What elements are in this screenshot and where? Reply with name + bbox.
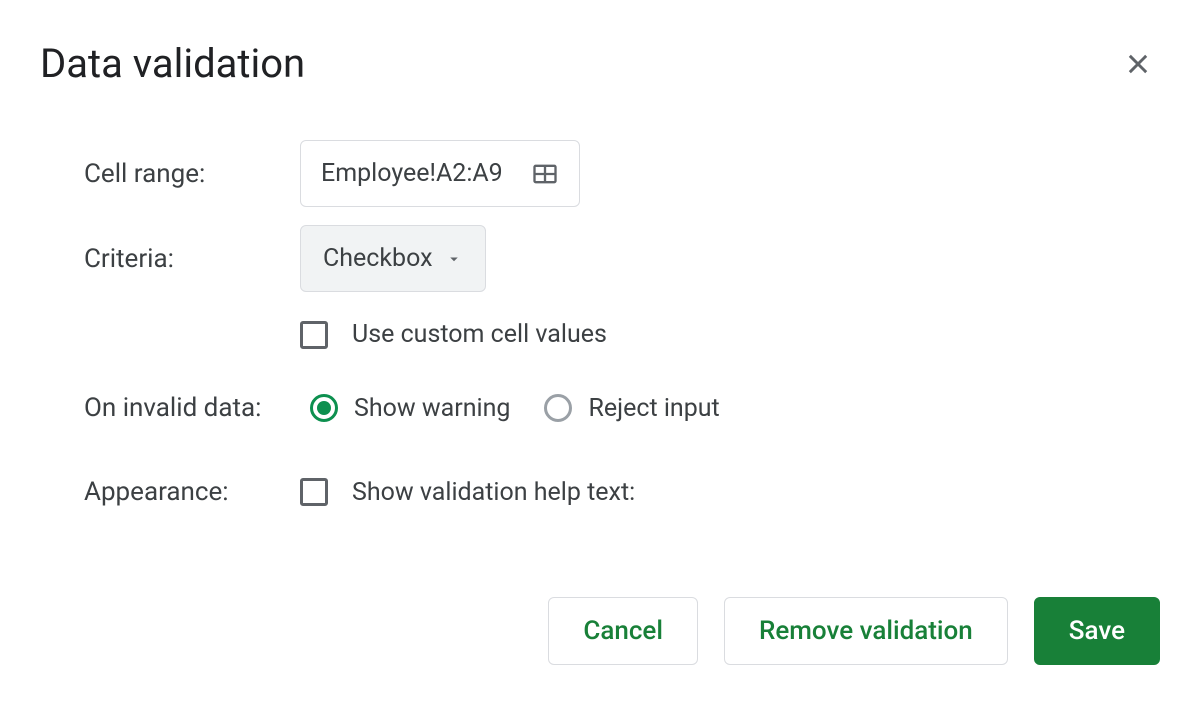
remove-validation-button[interactable]: Remove validation — [724, 597, 1008, 665]
custom-values-checkbox[interactable] — [300, 321, 328, 349]
criteria-dropdown[interactable]: Checkbox — [300, 225, 486, 292]
custom-values-row: Use custom cell values — [300, 320, 1160, 349]
cell-range-input[interactable]: Employee!A2:A9 — [300, 140, 580, 207]
cancel-button[interactable]: Cancel — [548, 597, 698, 665]
cell-range-label: Cell range: — [40, 159, 300, 189]
radio-reject-input[interactable]: Reject input — [544, 394, 719, 423]
custom-values-label: Use custom cell values — [352, 320, 607, 349]
radio-label-show-warning: Show warning — [354, 394, 510, 423]
data-validation-dialog: Data validation Cell range: Employee!A2:… — [40, 40, 1160, 665]
on-invalid-row: On invalid data: Show warning Reject inp… — [40, 383, 1160, 433]
radio-input-reject-input — [544, 394, 572, 422]
appearance-row: Appearance: Show validation help text: — [40, 467, 1160, 517]
dropdown-caret-icon — [445, 250, 463, 268]
help-text-label: Show validation help text: — [352, 478, 635, 507]
select-range-button[interactable] — [531, 160, 559, 188]
help-text-checkbox[interactable] — [300, 478, 328, 506]
radio-input-show-warning — [310, 394, 338, 422]
radio-show-warning[interactable]: Show warning — [310, 394, 510, 423]
dialog-title: Data validation — [40, 40, 305, 87]
appearance-label: Appearance: — [40, 477, 300, 507]
on-invalid-radio-group: Show warning Reject input — [310, 394, 720, 423]
dialog-footer: Cancel Remove validation Save — [40, 597, 1160, 665]
dialog-header: Data validation — [40, 40, 1160, 90]
criteria-label: Criteria: — [40, 244, 300, 274]
close-button[interactable] — [1116, 42, 1160, 90]
radio-label-reject-input: Reject input — [588, 394, 719, 423]
on-invalid-label: On invalid data: — [40, 393, 300, 423]
close-icon — [1124, 50, 1152, 78]
criteria-row: Criteria: Checkbox — [40, 225, 1160, 292]
cell-range-row: Cell range: Employee!A2:A9 — [40, 140, 1160, 207]
grid-icon — [531, 160, 559, 188]
criteria-selected: Checkbox — [323, 244, 433, 273]
save-button[interactable]: Save — [1034, 597, 1160, 665]
cell-range-value: Employee!A2:A9 — [321, 159, 503, 188]
